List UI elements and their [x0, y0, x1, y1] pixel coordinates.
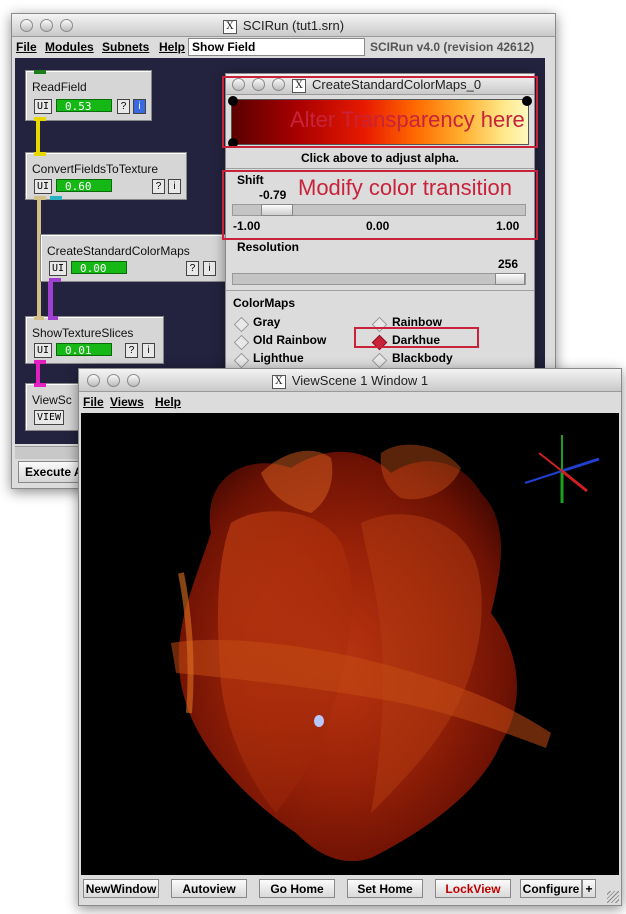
resize-grip-icon[interactable] [607, 891, 619, 903]
autoview-button[interactable]: Autoview [171, 879, 247, 898]
help-button[interactable]: ? [125, 343, 138, 358]
window-title: X SCIRun (tut1.srn) [12, 18, 555, 34]
colormaps-label: ColorMaps [233, 296, 296, 310]
alpha-hint: Click above to adjust alpha. [300, 151, 460, 165]
port-in[interactable] [34, 383, 46, 387]
radio-old-rainbow[interactable] [233, 334, 250, 351]
view-button[interactable]: VIEW [34, 410, 65, 425]
option-blackbody[interactable]: Blackbody [392, 351, 453, 365]
port-out[interactable] [49, 278, 61, 282]
menu-subnets[interactable]: Subnets [102, 40, 149, 54]
resolution-value: 256 [498, 257, 519, 271]
progress-bar: 0.00 [71, 261, 127, 275]
divider [226, 168, 534, 169]
viewscene-window: X ViewScene 1 Window 1 File Views Help N… [78, 368, 622, 906]
module-convertfieldstotexture[interactable]: ConvertFieldsToTexture UI 0.60 ? i [25, 152, 187, 200]
port-out[interactable] [34, 117, 46, 121]
go-home-button[interactable]: Go Home [259, 879, 335, 898]
port-in[interactable] [34, 152, 46, 156]
ui-button[interactable]: UI [34, 343, 53, 358]
lockview-button[interactable]: LockView [435, 879, 511, 898]
radio-blackbody[interactable] [371, 352, 388, 369]
scirun-titlebar[interactable]: X SCIRun (tut1.srn) [12, 14, 555, 37]
annotation-box-darkhue [354, 327, 479, 348]
axes-gizmo-icon [524, 435, 600, 503]
help-button[interactable]: ? [152, 179, 165, 194]
ui-button[interactable]: UI [34, 179, 53, 194]
divider [226, 290, 534, 291]
option-gray[interactable]: Gray [253, 315, 280, 329]
module-showtextureslices[interactable]: ShowTextureSlices UI 0.01 ? i [25, 316, 164, 364]
radio-lighthue[interactable] [233, 352, 250, 369]
port-in[interactable] [34, 70, 46, 74]
x11-icon: X [271, 374, 286, 389]
viewscene-toolbar: NewWindow Autoview Go Home Set Home Lock… [79, 875, 621, 905]
resolution-label: Resolution [237, 240, 299, 254]
viewscene-menubar: File Views Help [79, 392, 621, 412]
help-button[interactable]: ? [186, 261, 199, 276]
progress-bar: 0.53 [56, 99, 112, 113]
ui-button[interactable]: UI [49, 261, 68, 276]
radio-gray[interactable] [233, 316, 250, 333]
port-in[interactable] [34, 316, 44, 320]
module-title: ViewSc [32, 393, 72, 407]
info-button[interactable]: i [203, 261, 216, 276]
field-input[interactable]: Show Field [188, 38, 365, 56]
menu-file[interactable]: File [83, 395, 104, 409]
module-title: ShowTextureSlices [32, 326, 134, 340]
set-home-button[interactable]: Set Home [347, 879, 423, 898]
menu-modules[interactable]: Modules [45, 40, 94, 54]
wire-yellow [36, 115, 40, 155]
resolution-slider[interactable] [232, 273, 526, 285]
configure-button[interactable]: Configure [520, 879, 582, 898]
port-out[interactable] [34, 360, 46, 364]
menu-help[interactable]: Help [159, 40, 185, 54]
x11-icon: X [222, 19, 237, 34]
progress-bar: 0.01 [56, 343, 112, 357]
version-label: SCIRun v4.0 (revision 42612) [370, 40, 535, 54]
port-out-2[interactable] [50, 196, 62, 200]
port-in-2[interactable] [48, 316, 58, 320]
wire-purple [48, 280, 53, 318]
progress-bar: 0.60 [56, 179, 112, 193]
info-button[interactable]: i [133, 99, 146, 114]
wire-magenta [36, 361, 40, 385]
expand-button[interactable]: + [582, 879, 596, 898]
info-button[interactable]: i [142, 343, 155, 358]
port-out[interactable] [34, 196, 46, 200]
option-lighthue[interactable]: Lighthue [253, 351, 304, 365]
annotation-color-transition: Modify color transition [298, 175, 512, 200]
render-viewport[interactable] [81, 413, 619, 875]
module-createstandardcolormaps[interactable]: CreateStandardColorMaps UI 0.00 ? i [40, 234, 227, 282]
scirun-menubar: File Modules Subnets Help Show Field SCI… [12, 37, 555, 57]
help-button[interactable]: ? [117, 99, 130, 114]
module-title: CreateStandardColorMaps [47, 244, 190, 258]
menu-views[interactable]: Views [110, 395, 144, 409]
resolution-slider-thumb[interactable] [495, 273, 525, 285]
annotation-transparency: Alter Transparency here [290, 107, 525, 132]
menu-help[interactable]: Help [155, 395, 181, 409]
menu-file[interactable]: File [16, 40, 37, 54]
info-button[interactable]: i [168, 179, 181, 194]
module-title: ConvertFieldsToTexture [32, 162, 159, 176]
option-old-rainbow[interactable]: Old Rainbow [253, 333, 326, 347]
module-title: ReadField [32, 80, 87, 94]
ui-button[interactable]: UI [34, 99, 53, 114]
window-title: X ViewScene 1 Window 1 [79, 373, 621, 389]
newwindow-button[interactable]: NewWindow [83, 879, 159, 898]
viewscene-titlebar[interactable]: X ViewScene 1 Window 1 [79, 369, 621, 392]
module-readfield[interactable]: ReadField UI 0.53 ? i [25, 70, 152, 121]
